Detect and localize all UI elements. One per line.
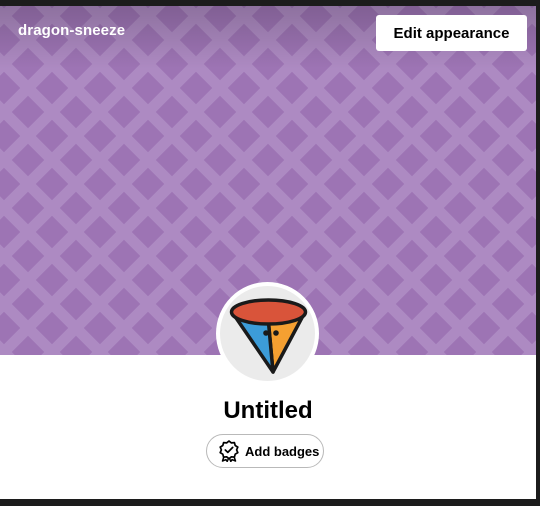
add-badges-label: Add badges	[245, 443, 320, 459]
edit-appearance-button[interactable]: Edit appearance	[376, 15, 527, 51]
add-badges-button[interactable]: Add badges	[206, 434, 324, 468]
blog-title[interactable]: Untitled	[0, 397, 536, 425]
blog-name[interactable]: dragon-sneeze	[18, 22, 125, 39]
cone-creature-icon	[229, 298, 308, 374]
blog-page: dragon-sneeze Edit appearance Untitled A…	[0, 6, 536, 499]
avatar-image	[220, 286, 315, 381]
window-frame: dragon-sneeze Edit appearance Untitled A…	[0, 0, 540, 506]
avatar[interactable]	[216, 282, 319, 385]
badge-ribbon-icon	[219, 440, 239, 462]
